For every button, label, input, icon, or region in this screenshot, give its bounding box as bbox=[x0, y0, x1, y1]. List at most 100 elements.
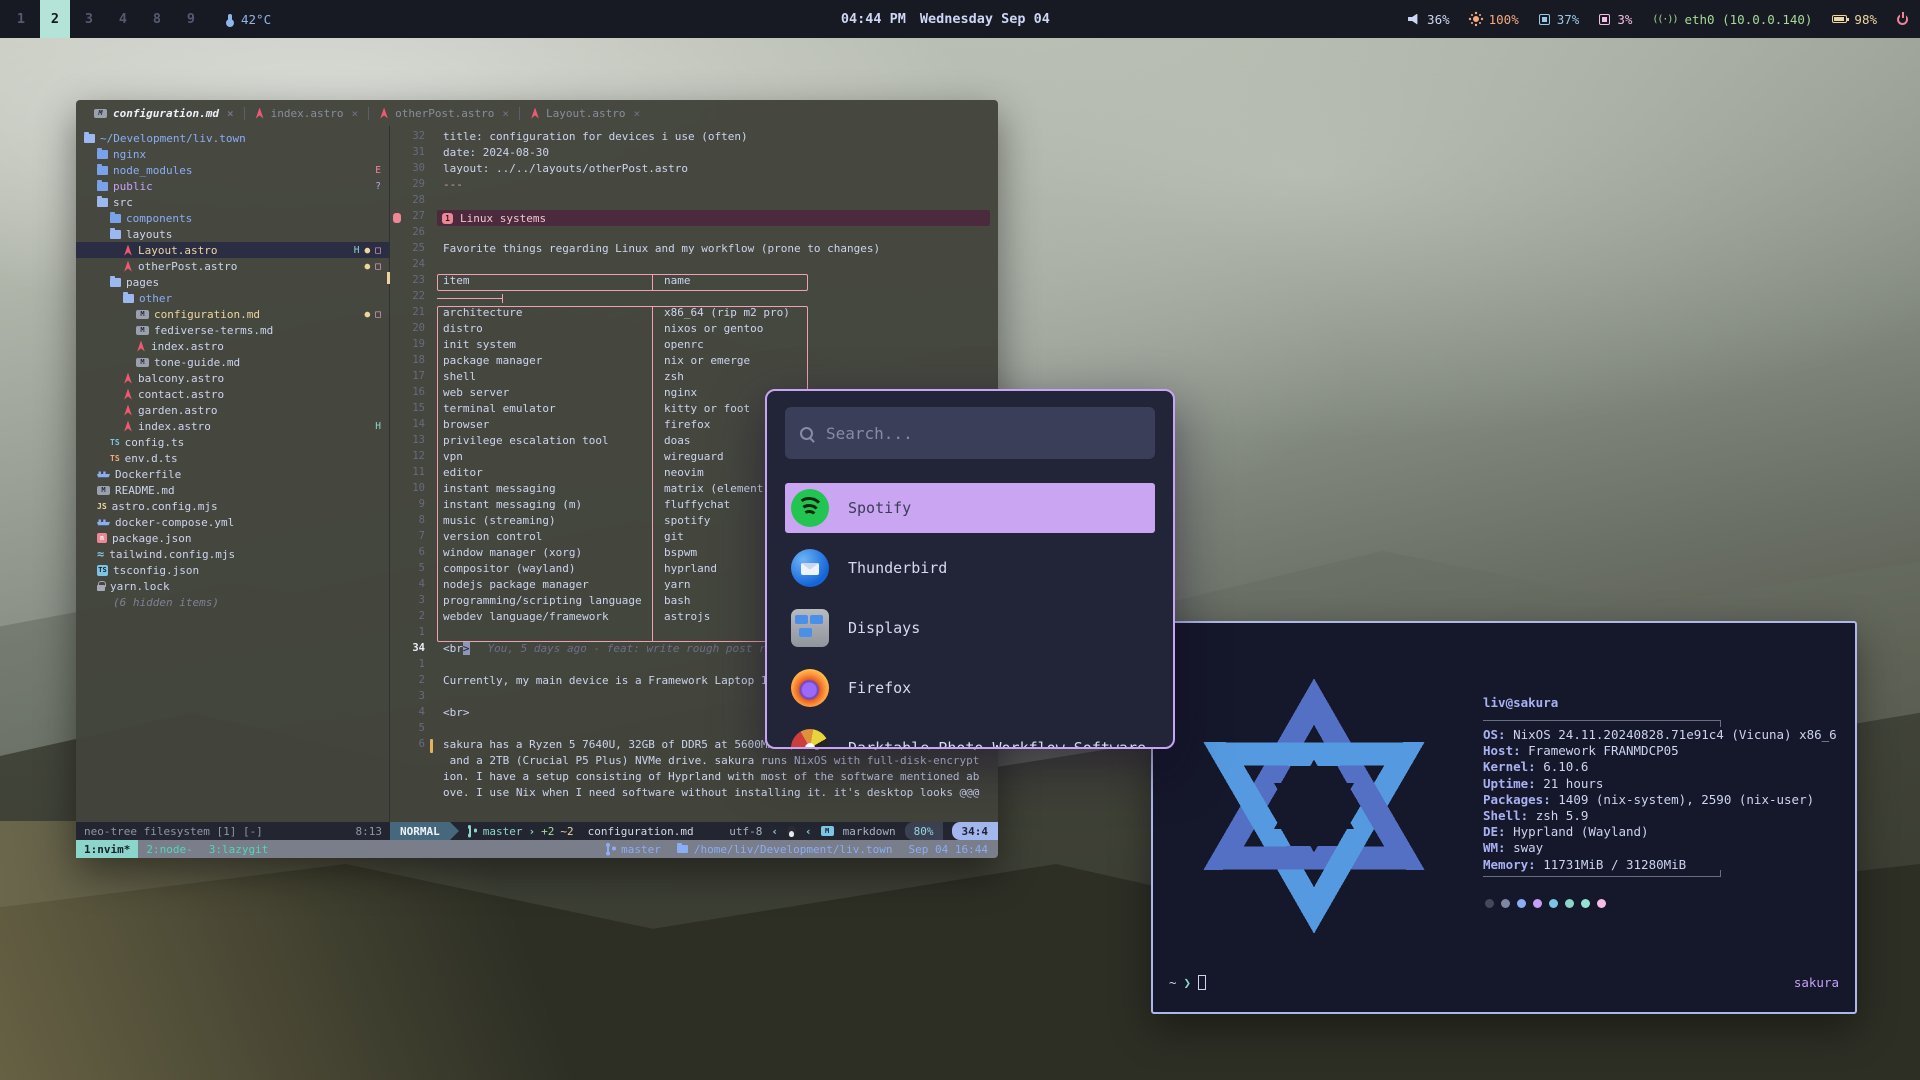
workspace-3[interactable]: 3 bbox=[74, 0, 104, 38]
workspace-9[interactable]: 9 bbox=[176, 0, 206, 38]
tree-item-other[interactable]: other bbox=[76, 290, 389, 306]
firefox-icon bbox=[791, 669, 829, 707]
table-cell-item: programming/scripting language bbox=[443, 594, 642, 607]
workspace-8[interactable]: 8 bbox=[142, 0, 172, 38]
launcher-item-displays[interactable]: Displays bbox=[785, 603, 1155, 653]
search-input[interactable]: Search... bbox=[785, 407, 1155, 459]
tree-item-README.md[interactable]: MREADME.md bbox=[76, 482, 389, 498]
tab-close-icon[interactable]: × bbox=[227, 107, 234, 120]
tree-item-tsconfig.json[interactable]: TStsconfig.json bbox=[76, 562, 389, 578]
editor-line[interactable]: and a 2TB (Crucial P5 Plus) NVMe drive. … bbox=[391, 754, 998, 770]
tree-item-contact.astro[interactable]: contact.astro bbox=[76, 386, 389, 402]
editor-line[interactable]: ove. I use Nix when I need software with… bbox=[391, 786, 998, 802]
editor-line[interactable]: 31date: 2024-08-30 bbox=[391, 146, 998, 162]
tree-item-package.json[interactable]: npackage.json bbox=[76, 530, 389, 546]
editor-line[interactable]: 17shellzsh bbox=[391, 370, 998, 386]
tree-item-src[interactable]: src bbox=[76, 194, 389, 210]
tab-index.astro[interactable]: index.astro× bbox=[245, 100, 368, 126]
editor-line[interactable]: 29--- bbox=[391, 178, 998, 194]
tree-item-configuration.md[interactable]: Mconfiguration.md●□ bbox=[76, 306, 389, 322]
editor-line[interactable]: ion. I have a setup consisting of Hyprla… bbox=[391, 770, 998, 786]
tree-item-garden.astro[interactable]: garden.astro bbox=[76, 402, 389, 418]
fetch-terminal-window[interactable]: liv@sakura OS: NixOS 24.11.20240828.71e9… bbox=[1151, 621, 1857, 1014]
volume-module[interactable]: 36% bbox=[1408, 12, 1450, 27]
tree-item-components[interactable]: components bbox=[76, 210, 389, 226]
fetch-info-value: NixOS 24.11.20240828.71e91c4 (Vicuna) x8… bbox=[1513, 727, 1837, 742]
tab-otherPost.astro[interactable]: otherPost.astro× bbox=[369, 100, 519, 126]
workspace-1[interactable]: 1 bbox=[6, 0, 36, 38]
editor-line[interactable]: 21architecturex86_64 (rip m2 pro) bbox=[391, 306, 998, 322]
editor-line[interactable]: 19init systemopenrc bbox=[391, 338, 998, 354]
color-dot bbox=[1597, 899, 1606, 908]
tree-item-marks: ? bbox=[375, 181, 381, 192]
editor-line[interactable]: 24 bbox=[391, 258, 998, 274]
network-module[interactable]: ((·)) eth0 (10.0.0.140) bbox=[1652, 12, 1812, 27]
tree-item-public[interactable]: public? bbox=[76, 178, 389, 194]
terminal-cursor bbox=[1198, 975, 1206, 990]
tmux-window-1[interactable]: 1:nvim* bbox=[76, 840, 138, 858]
workspace-2[interactable]: 2 bbox=[40, 0, 70, 38]
shell-prompt[interactable]: ~ ❯ bbox=[1169, 975, 1206, 990]
line-number: 25 bbox=[391, 242, 425, 254]
tree-item-layouts[interactable]: layouts bbox=[76, 226, 389, 242]
tree-item-index.astro[interactable]: index.astro bbox=[76, 338, 389, 354]
tree-item-tone-guide.md[interactable]: Mtone-guide.md bbox=[76, 354, 389, 370]
tree-item-index.astro[interactable]: index.astroH bbox=[76, 418, 389, 434]
tab-close-icon[interactable]: × bbox=[634, 107, 641, 120]
tree-item-docker-compose.yml[interactable]: docker-compose.yml bbox=[76, 514, 389, 530]
tab-Layout.astro[interactable]: Layout.astro× bbox=[520, 100, 650, 126]
workspace-4[interactable]: 4 bbox=[108, 0, 138, 38]
editor-line[interactable]: 18package managernix or emerge bbox=[391, 354, 998, 370]
neotree-file-explorer[interactable]: ~/Development/liv.townnginxnode_modulesE… bbox=[76, 126, 390, 822]
editor-line[interactable]: 23itemname bbox=[391, 274, 998, 290]
editor-line[interactable]: 26 bbox=[391, 226, 998, 242]
tree-item-Dockerfile[interactable]: Dockerfile bbox=[76, 466, 389, 482]
tree-item-label: package.json bbox=[112, 532, 191, 545]
tmux-window-2[interactable]: 2:node- bbox=[138, 840, 200, 858]
gpu-icon bbox=[1599, 14, 1610, 25]
line-number: 20 bbox=[391, 322, 425, 334]
tree-item-config.ts[interactable]: TSconfig.ts bbox=[76, 434, 389, 450]
line-number: 31 bbox=[391, 146, 425, 158]
tree-item-astro.config.mjs[interactable]: JSastro.config.mjs bbox=[76, 498, 389, 514]
editor-line[interactable]: 25Favorite things regarding Linux and my… bbox=[391, 242, 998, 258]
line-number: 3 bbox=[391, 594, 425, 606]
tree-item-pages[interactable]: pages bbox=[76, 274, 389, 290]
tree-item-yarn.lock[interactable]: yarn.lock bbox=[76, 578, 389, 594]
table-cell-name: matrix (element) bbox=[664, 482, 770, 495]
editor-line[interactable]: 20distronixos or gentoo bbox=[391, 322, 998, 338]
color-dot bbox=[1549, 899, 1558, 908]
heading-text: Linux systems bbox=[460, 212, 546, 225]
tab-configuration.md[interactable]: Mconfiguration.md× bbox=[84, 100, 244, 126]
tab-close-icon[interactable]: × bbox=[502, 107, 509, 120]
launcher-item-darktable-photo-workflow-software[interactable]: Darktable Photo Workflow Software bbox=[785, 723, 1155, 749]
tree-item-balcony.astro[interactable]: balcony.astro bbox=[76, 370, 389, 386]
tab-close-icon[interactable]: × bbox=[351, 107, 358, 120]
tree-item--Development-liv.town[interactable]: ~/Development/liv.town bbox=[76, 130, 389, 146]
launcher-item-spotify[interactable]: Spotify bbox=[785, 483, 1155, 533]
tsbadge-icon: TS bbox=[97, 565, 108, 576]
table-separator-fragment bbox=[437, 298, 503, 299]
editor-line[interactable]: 28 bbox=[391, 194, 998, 210]
tree-item-label: pages bbox=[126, 276, 159, 289]
tree-item-node-modules[interactable]: node_modulesE bbox=[76, 162, 389, 178]
brightness-module[interactable]: 100% bbox=[1470, 12, 1519, 27]
tmux-window-3[interactable]: 3:lazygit bbox=[201, 840, 277, 858]
fetch-info-value: sway bbox=[1513, 840, 1543, 855]
editor-line[interactable]: 30layout: ../../layouts/otherPost.astro bbox=[391, 162, 998, 178]
tree-item-tailwind.config.mjs[interactable]: ≈tailwind.config.mjs bbox=[76, 546, 389, 562]
fetch-info-value: 1409 (nix-system), 2590 (nix-user) bbox=[1558, 792, 1814, 807]
launcher-item-firefox[interactable]: Firefox bbox=[785, 663, 1155, 713]
tree-item-Layout.astro[interactable]: Layout.astroH●□ bbox=[76, 242, 389, 258]
tree-item-otherPost.astro[interactable]: otherPost.astro●□ bbox=[76, 258, 389, 274]
editor-line[interactable]: 271Linux systems bbox=[391, 210, 998, 226]
launcher-item-thunderbird[interactable]: Thunderbird bbox=[785, 543, 1155, 593]
tree-item-fediverse-terms.md[interactable]: Mfediverse-terms.md bbox=[76, 322, 389, 338]
tree-item-env.d.ts[interactable]: TSenv.d.ts bbox=[76, 450, 389, 466]
tree-item--6-hidden-items-[interactable]: (6 hidden items) bbox=[76, 594, 389, 610]
power-module[interactable] bbox=[1897, 14, 1908, 25]
editor-line[interactable]: 32title: configuration for devices i use… bbox=[391, 130, 998, 146]
tree-item-nginx[interactable]: nginx bbox=[76, 146, 389, 162]
editor-line[interactable]: 22 bbox=[391, 290, 998, 306]
tree-item-label: README.md bbox=[115, 484, 175, 497]
